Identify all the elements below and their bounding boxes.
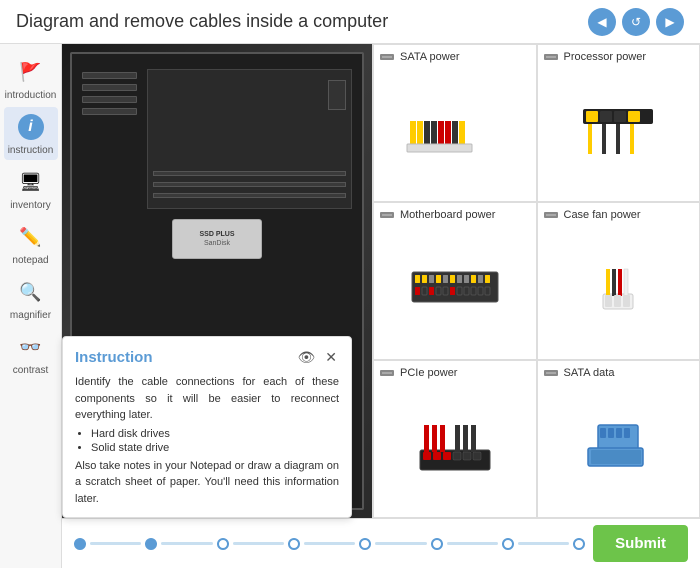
- sidebar-label-inventory: inventory: [10, 200, 51, 211]
- pencil-icon: ✏️: [15, 221, 47, 253]
- list-item-hdd: Hard disk drives: [91, 428, 339, 440]
- component-header-sata-power: SATA power: [380, 51, 530, 63]
- sidebar-label-instruction: instruction: [8, 145, 54, 156]
- sidebar: 🚩 introduction i instruction 🖥 inventory…: [0, 44, 62, 568]
- progress-line-4: [304, 542, 355, 545]
- content-top: SSD PLUS SanDisk: [62, 44, 700, 518]
- page-title: Diagram and remove cables inside a compu…: [16, 11, 388, 32]
- progress-dot-3: [217, 538, 229, 550]
- sidebar-item-magnifier[interactable]: 🔍 magnifier: [4, 272, 58, 325]
- sidebar-label-introduction: introduction: [5, 90, 57, 101]
- progress-line-5: [375, 542, 426, 545]
- sidebar-item-notepad[interactable]: ✏️ notepad: [4, 217, 58, 270]
- forward-button[interactable]: ▶: [656, 8, 684, 36]
- connector-icon: [380, 368, 396, 378]
- sidebar-label-notepad: notepad: [12, 255, 48, 266]
- info-icon: i: [15, 111, 47, 143]
- popup-close-button[interactable]: ✕: [323, 347, 339, 368]
- progress-line-6: [447, 542, 498, 545]
- component-image-sata-power: [380, 67, 530, 195]
- progress-dot-2: [145, 538, 157, 550]
- progress-line-2: [161, 542, 212, 545]
- computer-image-area: SSD PLUS SanDisk: [62, 44, 372, 518]
- component-card-sata-power[interactable]: SATA power: [373, 44, 537, 202]
- content-area: SSD PLUS SanDisk: [62, 44, 700, 568]
- component-name-sata-data: SATA data: [564, 367, 615, 379]
- components-grid: SATA power: [372, 44, 700, 518]
- main-content: 🚩 introduction i instruction 🖥 inventory…: [0, 44, 700, 568]
- sidebar-item-instruction[interactable]: i instruction: [4, 107, 58, 160]
- progress-dot-6: [431, 538, 443, 550]
- component-image-case-fan-power: [544, 225, 694, 353]
- component-image-processor-power: [544, 67, 694, 195]
- bottom-bar: Submit: [62, 518, 700, 568]
- drive-brand-label: SanDisk: [204, 240, 230, 247]
- sidebar-item-contrast[interactable]: 👓 contrast: [4, 327, 58, 380]
- progress-line-3: [233, 542, 284, 545]
- connector-icon: [380, 210, 396, 220]
- component-header-processor-power: Processor power: [544, 51, 694, 63]
- connector-icon: [544, 368, 560, 378]
- component-card-motherboard-power[interactable]: Motherboard power: [373, 202, 537, 360]
- component-card-case-fan-power[interactable]: Case fan power: [537, 202, 700, 360]
- component-card-pcie-power[interactable]: PCIe power: [373, 360, 537, 518]
- component-header-motherboard-power: Motherboard power: [380, 209, 530, 221]
- popup-body-2: Also take notes in your Notepad or draw …: [75, 458, 339, 508]
- magnifier-icon: 🔍: [15, 276, 47, 308]
- component-header-pcie-power: PCIe power: [380, 367, 530, 379]
- sidebar-label-magnifier: magnifier: [10, 310, 51, 321]
- connector-icon: [380, 52, 396, 62]
- progress-dot-7: [502, 538, 514, 550]
- header: Diagram and remove cables inside a compu…: [0, 0, 700, 44]
- progress-dot-5: [359, 538, 371, 550]
- progress-line-7: [518, 542, 569, 545]
- submit-button[interactable]: Submit: [593, 525, 688, 562]
- component-card-processor-power[interactable]: Processor power: [537, 44, 700, 202]
- connector-icon: [544, 52, 560, 62]
- connector-icon: [544, 210, 560, 220]
- progress-dot-1: [74, 538, 86, 550]
- component-image-sata-data: [544, 383, 694, 511]
- popup-eye-button[interactable]: 👁: [295, 347, 317, 368]
- progress-dot-8: [573, 538, 585, 550]
- back-button[interactable]: ◀: [588, 8, 616, 36]
- drive-model-label: SSD PLUS: [199, 231, 234, 239]
- popup-action-buttons: 👁 ✕: [295, 347, 339, 368]
- navigation-controls: ◀ ↺ ▶: [588, 8, 684, 36]
- component-card-sata-data[interactable]: SATA data: [537, 360, 700, 518]
- progress-indicator: [74, 538, 585, 550]
- monitor-icon: 🖥: [15, 166, 47, 198]
- popup-header: Instruction 👁 ✕: [75, 347, 339, 368]
- list-item-ssd: Solid state drive: [91, 442, 339, 454]
- contrast-icon: 👓: [15, 331, 47, 363]
- popup-title: Instruction: [75, 349, 153, 366]
- sidebar-label-contrast: contrast: [13, 365, 49, 376]
- component-header-sata-data: SATA data: [544, 367, 694, 379]
- component-image-pcie-power: [380, 383, 530, 511]
- progress-line-1: [90, 542, 141, 545]
- component-name-motherboard-power: Motherboard power: [400, 209, 495, 221]
- component-name-case-fan-power: Case fan power: [564, 209, 641, 221]
- popup-list: Hard disk drives Solid state drive: [91, 428, 339, 454]
- component-name-processor-power: Processor power: [564, 51, 647, 63]
- component-name-pcie-power: PCIe power: [400, 367, 457, 379]
- refresh-button[interactable]: ↺: [622, 8, 650, 36]
- sidebar-item-introduction[interactable]: 🚩 introduction: [4, 52, 58, 105]
- component-name-sata-power: SATA power: [400, 51, 460, 63]
- component-header-case-fan-power: Case fan power: [544, 209, 694, 221]
- component-image-motherboard-power: [380, 225, 530, 353]
- progress-dot-4: [288, 538, 300, 550]
- instruction-popup: Instruction 👁 ✕ Identify the cable conne…: [62, 336, 352, 518]
- flag-icon: 🚩: [15, 56, 47, 88]
- sidebar-item-inventory[interactable]: 🖥 inventory: [4, 162, 58, 215]
- popup-body-1: Identify the cable connections for each …: [75, 374, 339, 424]
